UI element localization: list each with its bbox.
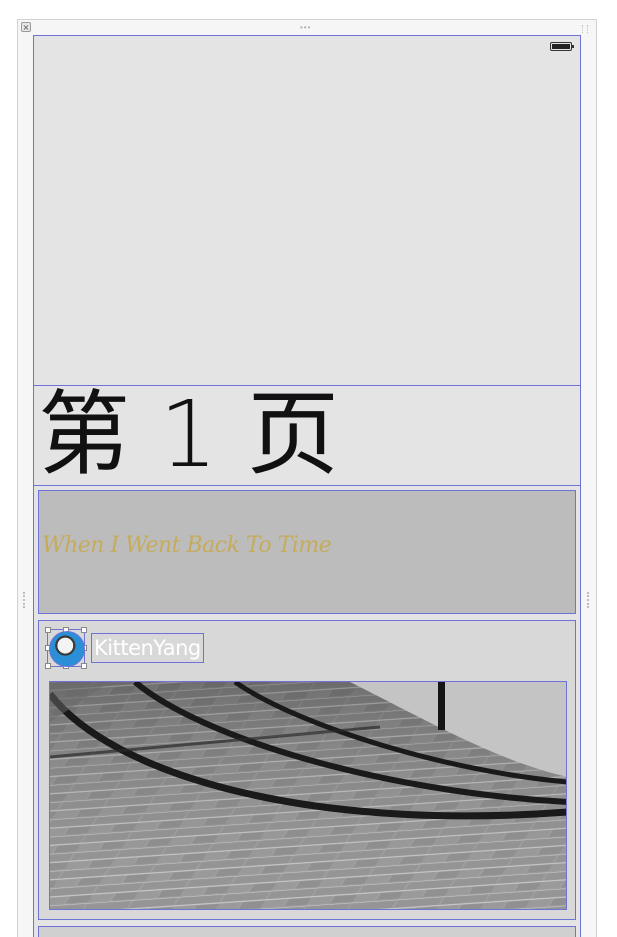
banner-view[interactable]: When I Went Back To Time: [38, 490, 576, 614]
brick-pavement-image: [50, 682, 566, 909]
page-title: 第 1 页: [38, 381, 340, 488]
right-resize-handle[interactable]: [587, 592, 591, 608]
close-icon[interactable]: [21, 22, 31, 32]
scene-drag-handle-icon[interactable]: •••: [300, 24, 311, 32]
selection-handle[interactable]: [81, 663, 87, 669]
header-image-view[interactable]: [34, 36, 580, 385]
selection-handle[interactable]: [81, 627, 87, 633]
post-card[interactable]: KittenYang: [38, 620, 576, 920]
left-resize-handle[interactable]: [23, 592, 27, 608]
divider: [34, 485, 580, 486]
selection-handle[interactable]: [45, 663, 51, 669]
device-screen: 第 1 页 When I Went Back To Time KittenYan…: [33, 35, 581, 937]
resize-handle-icon[interactable]: [582, 25, 588, 33]
author-name-label[interactable]: KittenYang: [91, 633, 204, 663]
selection-handle[interactable]: [45, 627, 51, 633]
post-photo[interactable]: [49, 681, 567, 910]
banner-text: When I Went Back To Time: [42, 533, 332, 558]
avatar[interactable]: [49, 631, 85, 667]
battery-icon: [550, 42, 574, 51]
next-post-card[interactable]: [38, 926, 576, 937]
